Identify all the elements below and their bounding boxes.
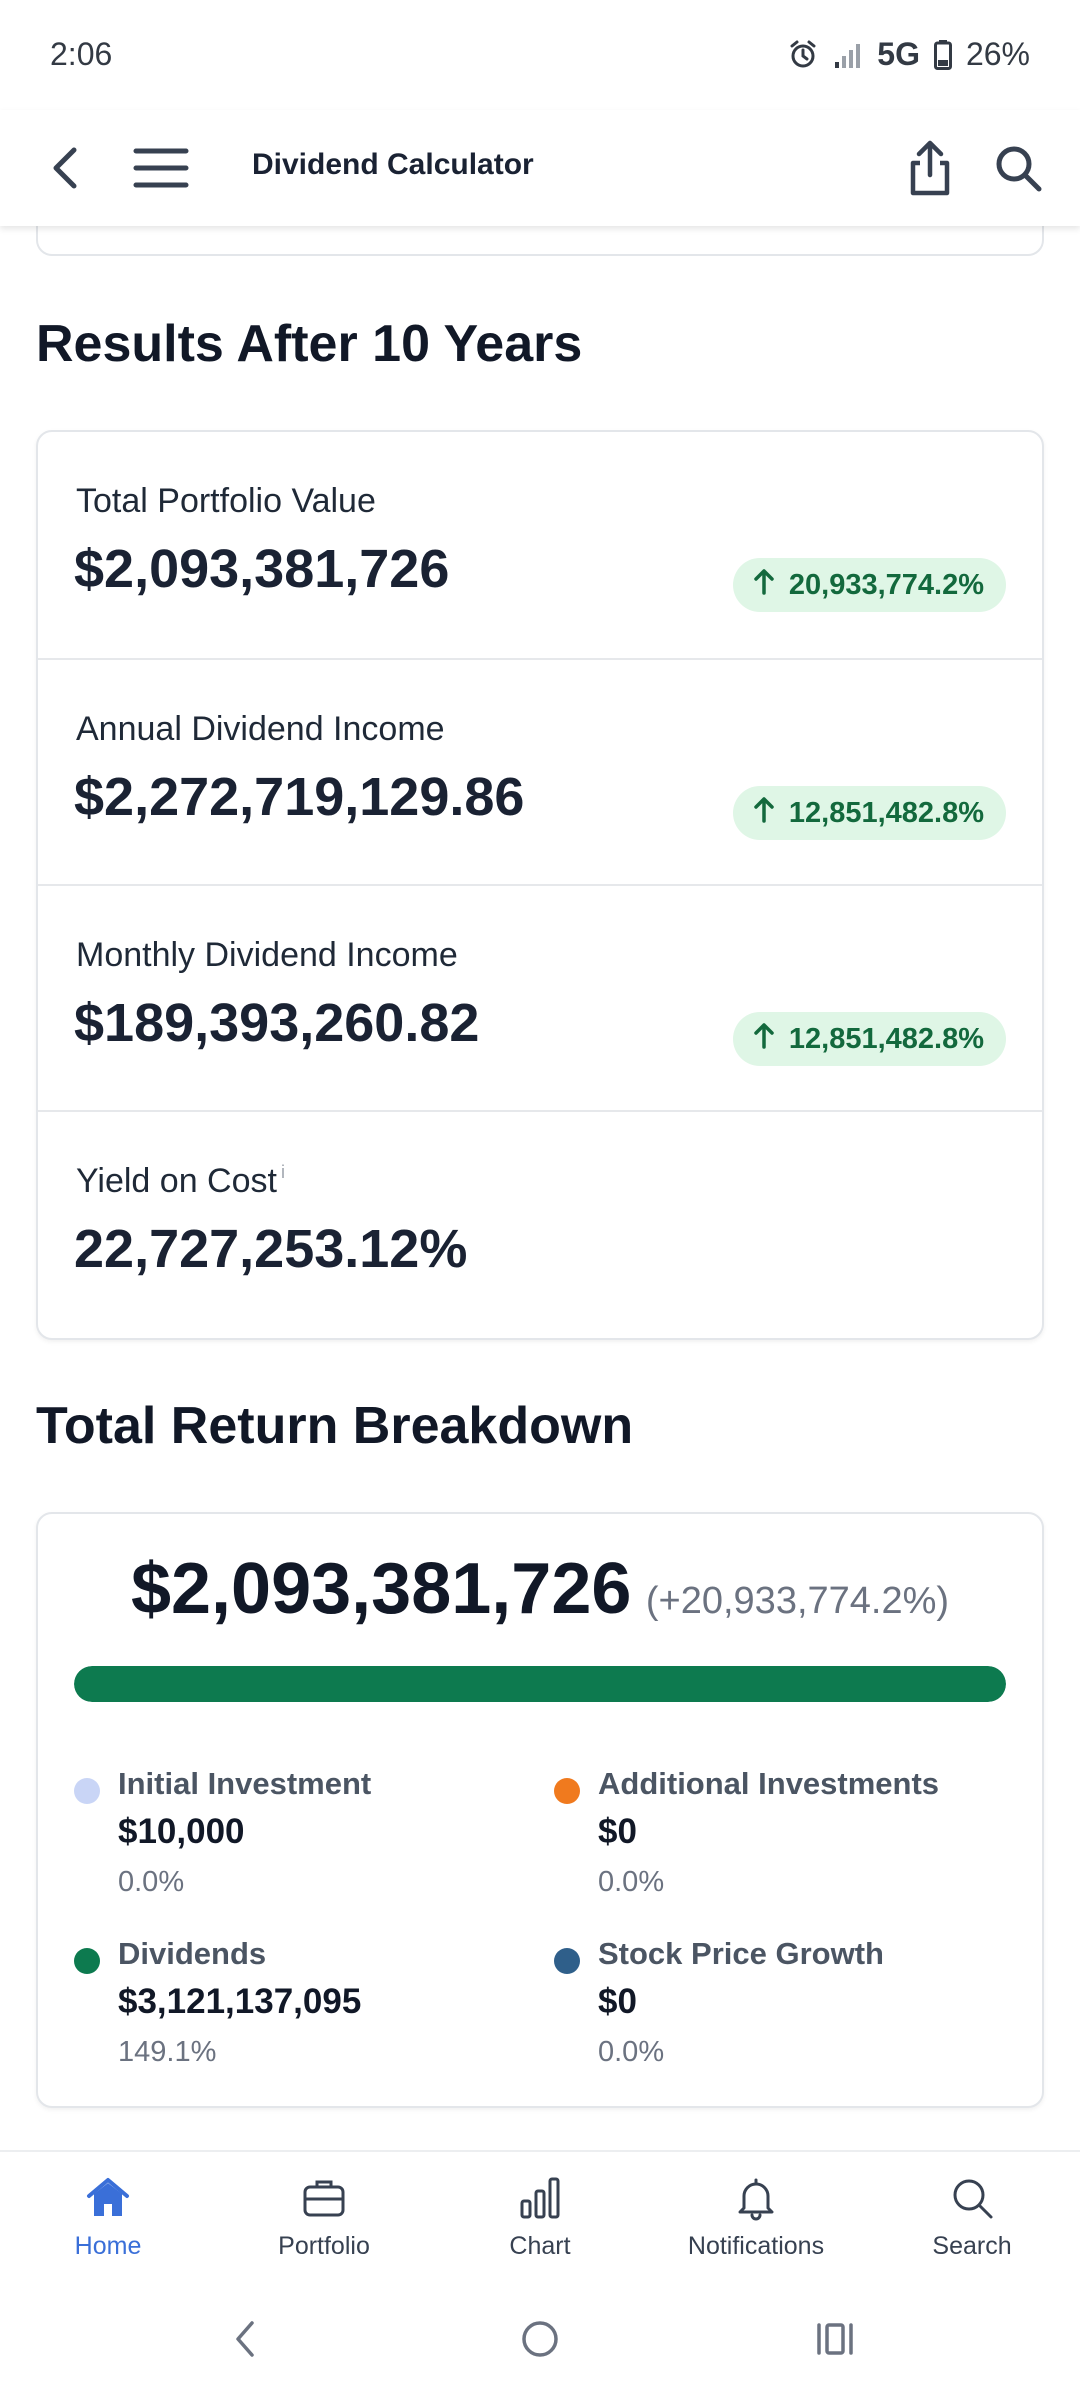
breakdown-total: $2,093,381,726 (+20,933,774.2%) <box>38 1548 1042 1630</box>
yield-label-text: Yield on Cost <box>76 1162 277 1200</box>
legend-name: Stock Price Growth <box>598 1936 884 1971</box>
system-nav-bar <box>0 2288 1080 2388</box>
result-label: Total Portfolio Value <box>76 482 376 520</box>
nav-search[interactable]: Search <box>864 2172 1080 2282</box>
nav-notifications[interactable]: Notifications <box>648 2172 864 2282</box>
info-icon[interactable]: i <box>281 1162 285 1182</box>
nav-label: Home <box>74 2232 142 2260</box>
result-row-yield-on-cost: Yield on Cost i 22,727,253.12% <box>38 1110 1042 1336</box>
breakdown-title: Total Return Breakdown <box>36 1397 634 1455</box>
nav-home[interactable]: Home <box>0 2172 216 2282</box>
legend-dividends: Dividends $3,121,137,095 149.1% <box>74 1936 514 2086</box>
system-back-icon[interactable] <box>215 2314 275 2364</box>
battery-icon <box>933 39 952 70</box>
legend-additional-investments: Additional Investments $0 0.0% <box>554 1766 994 1916</box>
nav-chart[interactable]: Chart <box>432 2172 648 2282</box>
nav-label: Notifications <box>687 2232 825 2260</box>
page-title: Dividend Calculator <box>252 148 534 181</box>
change-text: 20,933,774.2% <box>788 568 984 601</box>
legend-amount: $0 <box>598 1982 637 2021</box>
briefcase-icon <box>301 2172 347 2224</box>
bar-chart-icon <box>517 2172 563 2224</box>
change-badge: 12,851,482.8% <box>732 1012 1006 1066</box>
legend-initial-investment: Initial Investment $10,000 0.0% <box>74 1766 514 1916</box>
legend-amount: $10,000 <box>118 1812 245 1851</box>
legend-dot <box>554 1948 580 1974</box>
back-arrow-icon[interactable] <box>36 138 96 198</box>
nav-portfolio[interactable]: Portfolio <box>216 2172 432 2282</box>
result-label: Annual Dividend Income <box>76 710 445 748</box>
scroll-content[interactable]: Results After 10 Years Total Portfolio V… <box>0 226 1080 2150</box>
result-label: Yield on Cost i <box>76 1162 285 1201</box>
home-icon <box>85 2172 131 2224</box>
input-card-bottom <box>36 226 1044 256</box>
search-icon[interactable] <box>988 138 1048 198</box>
legend-percent: 0.0% <box>118 1866 185 1898</box>
results-title: Results After 10 Years <box>36 315 583 373</box>
breakdown-bar-fill <box>74 1666 1006 1702</box>
result-value: $2,272,719,129.86 <box>74 767 525 827</box>
breakdown-bar <box>74 1666 1006 1702</box>
status-bar: 2:06 5G 26% <box>0 0 1080 110</box>
result-label: Monthly Dividend Income <box>76 936 458 974</box>
change-text: 12,851,482.8% <box>788 796 984 829</box>
change-badge: 12,851,482.8% <box>732 786 1006 840</box>
legend-name: Dividends <box>118 1936 267 1971</box>
status-icons: 5G 26% <box>787 36 1030 73</box>
change-badge: 20,933,774.2% <box>732 558 1006 612</box>
bottom-nav: Home Portfolio Chart Notifications Searc… <box>0 2150 1080 2288</box>
share-icon[interactable] <box>900 138 960 198</box>
legend-amount: $3,121,137,095 <box>118 1982 362 2021</box>
legend-percent: 0.0% <box>598 2036 665 2068</box>
result-row-annual-dividend: Annual Dividend Income $2,272,719,129.86… <box>38 658 1042 884</box>
nav-label: Search <box>932 2232 1012 2260</box>
result-row-total-portfolio: Total Portfolio Value $2,093,381,726 20,… <box>38 432 1042 658</box>
legend-name: Initial Investment <box>118 1766 372 1801</box>
arrow-up-icon <box>753 795 775 831</box>
nav-label: Portfolio <box>278 2232 370 2260</box>
search-icon <box>949 2172 995 2224</box>
result-value: $189,393,260.82 <box>74 993 480 1053</box>
signal-icon <box>833 40 863 70</box>
breakdown-total-change: (+20,933,774.2%) <box>645 1580 950 1622</box>
status-time: 2:06 <box>50 36 113 72</box>
alarm-icon <box>787 39 819 71</box>
breakdown-total-value: $2,093,381,726 <box>130 1549 632 1629</box>
arrow-up-icon <box>753 567 775 603</box>
bell-icon <box>733 2172 779 2224</box>
result-value: $2,093,381,726 <box>74 539 450 599</box>
app-header: Dividend Calculator <box>0 110 1080 226</box>
legend-dot <box>74 1778 100 1804</box>
legend-amount: $0 <box>598 1812 637 1851</box>
result-row-monthly-dividend: Monthly Dividend Income $189,393,260.82 … <box>38 884 1042 1110</box>
nav-label: Chart <box>509 2232 571 2260</box>
battery-percent: 26% <box>965 36 1030 72</box>
legend-dot <box>554 1778 580 1804</box>
breakdown-card: $2,093,381,726 (+20,933,774.2%) Initial … <box>36 1512 1044 2108</box>
legend-percent: 149.1% <box>118 2036 217 2068</box>
legend-name: Additional Investments <box>598 1766 940 1801</box>
arrow-up-icon <box>753 1021 775 1057</box>
network-type: 5G <box>877 36 920 72</box>
legend-dot <box>74 1948 100 1974</box>
results-card: Total Portfolio Value $2,093,381,726 20,… <box>36 430 1044 1340</box>
legend-percent: 0.0% <box>598 1866 665 1898</box>
result-value: 22,727,253.12% <box>74 1219 468 1279</box>
change-text: 12,851,482.8% <box>788 1022 984 1055</box>
system-home-icon[interactable] <box>510 2314 570 2364</box>
menu-icon[interactable] <box>130 138 192 198</box>
system-recents-icon[interactable] <box>805 2314 865 2364</box>
legend-stock-price-growth: Stock Price Growth $0 0.0% <box>554 1936 994 2086</box>
